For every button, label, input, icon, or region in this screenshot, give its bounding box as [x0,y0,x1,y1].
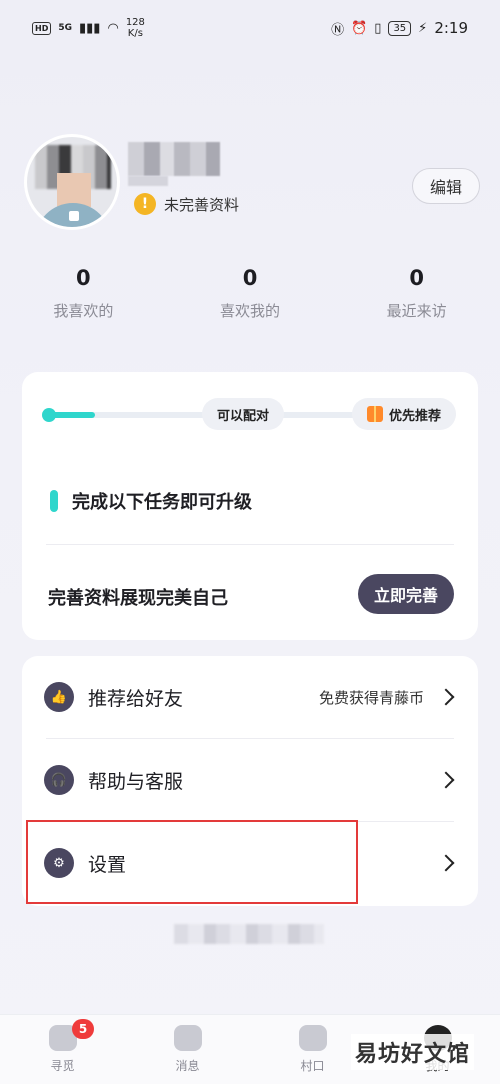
username-blurred [128,142,220,176]
headset-icon: 🎧 [44,765,74,795]
tab-label: 村口 [300,1059,325,1073]
menu-item-label: 帮助与客服 [88,770,184,793]
menu-item-recommend-friend[interactable]: 👍 推荐给好友 免费获得青藤币 [22,656,478,738]
network-type: 5G [58,23,72,33]
alarm-icon: ⏰ [351,20,368,36]
milestone-match: 可以配对 [202,398,284,430]
progress-start-dot [42,408,56,422]
network-speed: 128 K/s [126,17,145,39]
tab-label: 消息 [175,1059,200,1073]
menu-item-extra: 免费获得青藤币 [318,688,424,707]
status-right: Ⓝ ⏰ ▯ 35 ⚡ 2:19 [331,19,468,38]
stat-likes-me[interactable]: 0 喜欢我的 [167,266,334,321]
username-blurred-tail [128,176,168,186]
vibrate-icon: ▯ [374,20,382,36]
chevron-right-icon [437,688,455,706]
wifi-icon: ◠ [107,20,119,36]
task-header: 完成以下任务即可升级 [50,488,252,514]
milestone-recommend: 优先推荐 [352,398,456,430]
stat-label: 喜欢我的 [220,302,281,320]
gift-icon [366,406,383,422]
menu-card: 👍 推荐给好友 免费获得青藤币 🎧 帮助与客服 ⚙ 设置 [22,656,478,906]
stat-i-like[interactable]: 0 我喜欢的 [0,266,167,321]
village-icon [298,1025,327,1051]
warning-icon: ! [134,193,156,215]
tab-messages[interactable]: 消息 [125,1015,250,1084]
menu-item-label: 推荐给好友 [88,687,184,710]
footer-blurred-text [174,924,324,944]
nfc-icon: Ⓝ [331,22,345,38]
milestone-recommend-label: 优先推荐 [388,408,441,424]
profile-incomplete-label: 未完善资料 [164,195,240,214]
signal-icon: ▮▮▮ [79,20,101,36]
complete-profile-button[interactable]: 立即完善 [358,574,454,614]
speed-unit: K/s [127,28,143,39]
stats-row: 0 我喜欢的 0 喜欢我的 0 最近来访 [0,266,500,321]
avatar-shirt-logo [69,211,79,221]
stat-recent-visitors[interactable]: 0 最近来访 [333,266,500,321]
task-title: 完成以下任务即可升级 [72,492,252,513]
upgrade-card: 可以配对 优先推荐 完成以下任务即可升级 完善资料展现完美自己 立即完善 [22,372,478,640]
tab-label: 寻觅 [50,1059,75,1073]
menu-item-help[interactable]: 🎧 帮助与客服 [22,739,478,821]
avatar-face [57,173,91,207]
stat-value: 0 [76,266,91,290]
profile-incomplete-notice[interactable]: ! 未完善资料 [134,193,239,215]
complete-profile-text: 完善资料展现完美自己 [48,588,228,609]
watermark: 易坊好文馆 [350,1034,474,1070]
clock: 2:19 [434,19,468,37]
card-divider [46,544,454,545]
stat-value: 0 [409,266,424,290]
hd-indicator: HD [32,21,52,35]
status-bar: HD 5G ▮▮▮ ◠ 128 K/s Ⓝ ⏰ ▯ 35 ⚡ 2:19 [0,0,500,56]
battery-level: 35 [388,20,412,36]
stat-label: 最近来访 [386,302,447,320]
edit-profile-button[interactable]: 编辑 [412,168,480,204]
stat-label: 我喜欢的 [53,302,114,320]
status-left: HD 5G ▮▮▮ ◠ 128 K/s [32,17,145,39]
task-accent-bar [50,490,58,512]
chevron-right-icon [437,854,455,872]
charging-icon: ⚡ [418,20,428,36]
chevron-right-icon [437,771,455,789]
speed-value: 128 [125,17,145,28]
avatar[interactable] [24,134,120,230]
tab-discover[interactable]: 寻觅 5 [0,1015,125,1084]
notification-badge: 5 [72,1019,94,1039]
settings-highlight-box [26,820,358,904]
thumbs-up-icon: 👍 [44,682,74,712]
message-icon [173,1025,202,1051]
stat-value: 0 [242,266,258,290]
